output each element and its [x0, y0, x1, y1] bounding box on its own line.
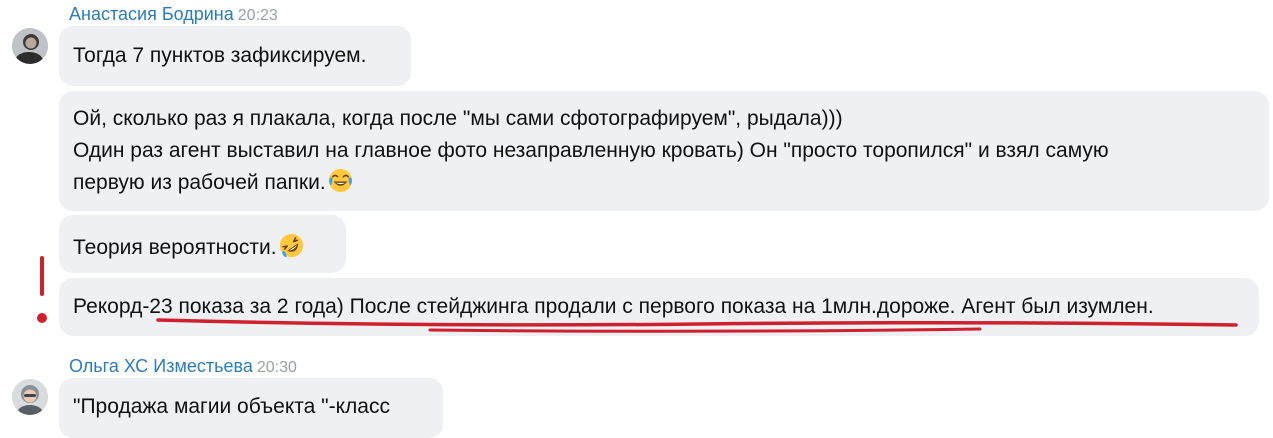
sender-name[interactable]: Ольга ХС Изместьева	[69, 356, 253, 376]
avatar[interactable]	[12, 379, 48, 415]
sender-name[interactable]: Анастасия Бодрина	[69, 4, 234, 24]
message-text: Теория вероятности.	[73, 236, 277, 259]
rolling-on-floor-laughing-icon	[278, 232, 305, 259]
message-bubble[interactable]: Ой, сколько раз я плакала, когда после "…	[59, 91, 1269, 211]
message-bubble[interactable]: Теория вероятности.	[59, 215, 346, 273]
message-text: Ой, сколько раз я плакала, когда после "…	[73, 107, 843, 130]
avatar-photo	[12, 28, 48, 64]
message-time: 20:30	[256, 359, 297, 376]
face-with-tears-of-joy-icon	[327, 167, 354, 194]
message-text: Один раз агент выставил на главное фото …	[73, 139, 1109, 162]
sender-header: Анастасия Бодрина 20:23	[69, 3, 278, 27]
message-bubble[interactable]: "Продажа магии объекта "-класс	[59, 378, 443, 438]
message-text: Рекорд-23 показа за 2 года) После стейдж…	[73, 295, 1154, 318]
message-text: "Продажа магии объекта "-класс	[73, 395, 390, 418]
annotation-dot	[37, 313, 47, 323]
message-time: 20:23	[237, 7, 278, 24]
message-text: Тогда 7 пунктов зафиксируем.	[73, 44, 367, 67]
message-bubble[interactable]: Тогда 7 пунктов зафиксируем.	[59, 26, 411, 86]
sender-header: Ольга ХС Изместьева 20:30	[69, 355, 297, 379]
message-bubble[interactable]: Рекорд-23 показа за 2 года) После стейдж…	[59, 278, 1259, 336]
avatar[interactable]	[12, 28, 48, 64]
message-text: первую из рабочей папки.	[73, 171, 326, 194]
avatar-photo	[12, 379, 48, 415]
